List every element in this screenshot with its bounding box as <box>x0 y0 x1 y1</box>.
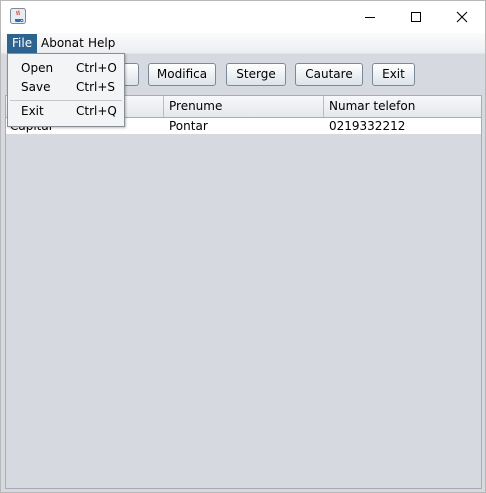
exit-button[interactable]: Exit <box>372 63 415 86</box>
column-header-prenume[interactable]: Prenume <box>164 96 324 117</box>
menu-separator <box>10 100 122 101</box>
menu-item-open[interactable]: Open Ctrl+O <box>8 59 124 78</box>
menu-item-save-label: Save <box>21 80 51 94</box>
menu-file[interactable]: File <box>7 34 38 54</box>
menu-item-open-label: Open <box>21 61 54 75</box>
search-button[interactable]: Cautare <box>295 63 363 86</box>
close-button[interactable] <box>439 1 485 32</box>
menu-item-exit-label: Exit <box>21 104 44 118</box>
menu-item-open-shortcut: Ctrl+O <box>76 61 117 75</box>
minimize-icon <box>365 16 375 18</box>
app-window: File Abonat Help Adauga Modifica Sterge … <box>0 0 486 493</box>
subscribers-table: Nume Prenume Numar telefon Capital Ponta… <box>5 95 482 489</box>
title-bar[interactable] <box>1 1 485 33</box>
menu-item-save-shortcut: Ctrl+S <box>76 80 116 94</box>
cell-prenume[interactable]: Pontar <box>165 118 325 134</box>
cell-numar-telefon[interactable]: 0219332212 <box>325 118 481 134</box>
maximize-button[interactable] <box>393 1 439 32</box>
java-app-icon <box>10 8 26 24</box>
menu-bar: File Abonat Help <box>1 33 485 54</box>
column-header-numar-telefon[interactable]: Numar telefon <box>324 96 481 117</box>
menu-item-exit-shortcut: Ctrl+Q <box>76 104 117 118</box>
menu-item-exit[interactable]: Exit Ctrl+Q <box>8 102 124 121</box>
menu-abonat[interactable]: Abonat <box>36 34 89 54</box>
minimize-button[interactable] <box>347 1 393 32</box>
modify-button[interactable]: Modifica <box>148 63 216 86</box>
maximize-icon <box>411 11 421 22</box>
close-icon <box>456 11 468 22</box>
file-menu-dropdown: Open Ctrl+O Save Ctrl+S Exit Ctrl+Q <box>7 53 125 127</box>
menu-help[interactable]: Help <box>83 34 120 54</box>
menu-item-save[interactable]: Save Ctrl+S <box>8 78 124 97</box>
delete-button[interactable]: Sterge <box>226 63 286 86</box>
